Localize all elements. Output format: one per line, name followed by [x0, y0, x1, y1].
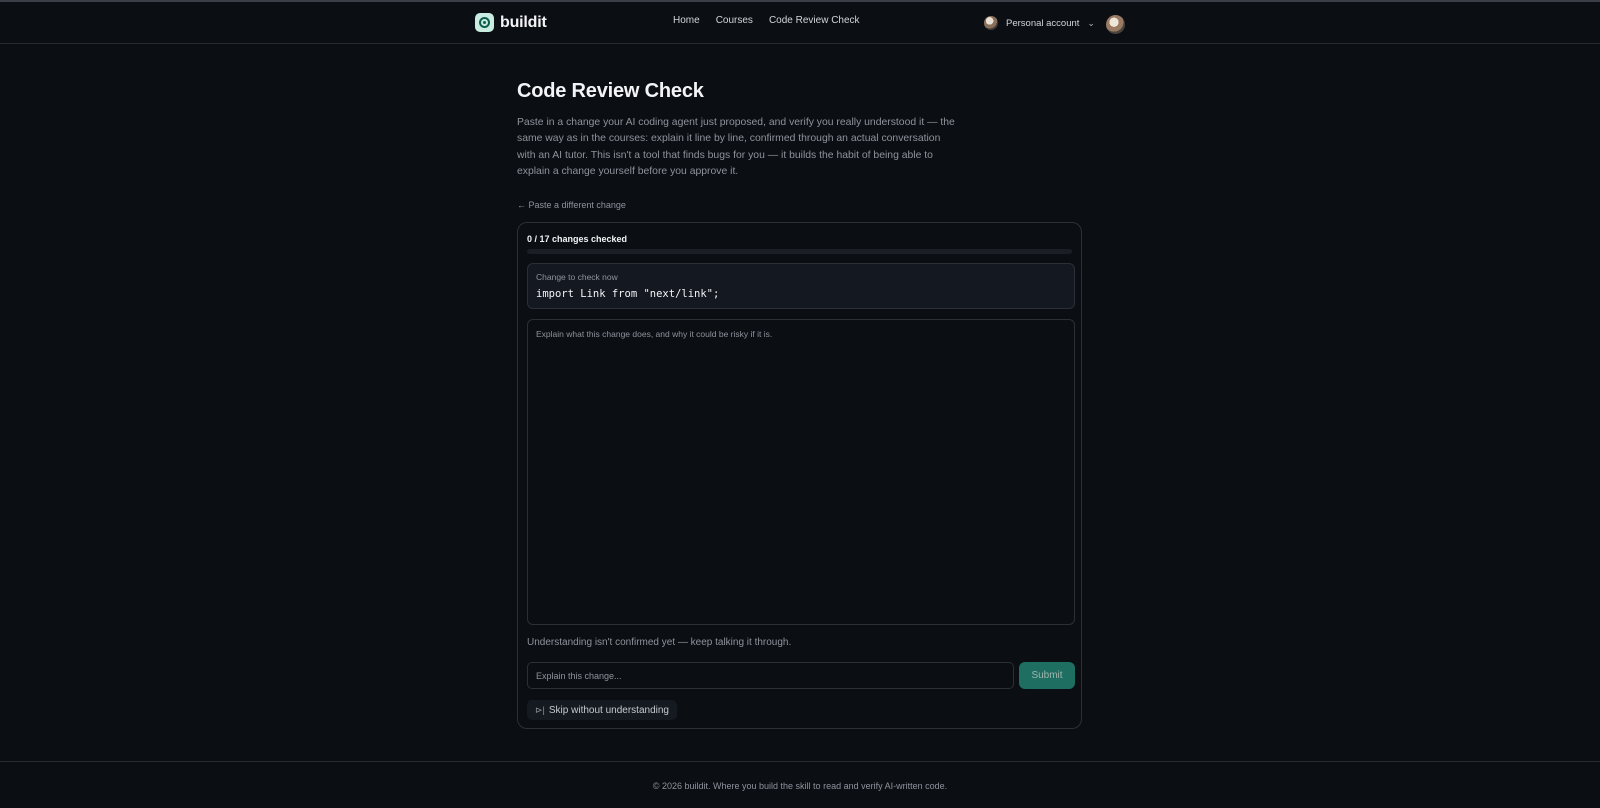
change-code: import Link from "next/link"; — [536, 288, 720, 300]
brand[interactable]: buildit — [475, 13, 547, 32]
progress-label: 0 / 17 changes checked — [527, 234, 628, 244]
brand-name: buildit — [500, 13, 547, 31]
nav-code-review-check[interactable]: Code Review Check — [769, 15, 860, 26]
skip-label: Skip without understanding — [548, 704, 669, 716]
user-avatar[interactable] — [1106, 15, 1125, 34]
site-header: buildit Home Courses Code Review Check P… — [0, 2, 1600, 44]
skip-button[interactable]: ⊳| Skip without understanding — [527, 700, 677, 720]
nav-courses[interactable]: Courses — [716, 15, 753, 26]
submit-button[interactable]: Submit — [1019, 662, 1075, 689]
chevron-down-icon: ⌄ — [1087, 17, 1095, 28]
explanation-input[interactable] — [527, 662, 1014, 689]
page-title: Code Review Check — [517, 80, 704, 102]
footer-text: © 2026 buildit. Where you build the skil… — [652, 781, 948, 791]
progress-bar — [527, 249, 1072, 254]
page-intro: Paste in a change your AI coding agent j… — [517, 117, 955, 178]
current-change-box: Change to check now import Link from "ne… — [527, 263, 1075, 309]
main-content: Code Review Check Paste in a change your… — [517, 80, 1082, 213]
account-label: Personal account — [1006, 17, 1080, 29]
buildit-logo-icon — [475, 13, 494, 32]
change-caption: Change to check now — [536, 272, 618, 282]
main-nav: Home Courses Code Review Check — [673, 15, 860, 26]
understanding-status: Understanding isn't confirmed yet — keep… — [527, 637, 792, 648]
nav-home[interactable]: Home — [673, 15, 700, 26]
tutor-prompt: Explain what this change does, and why i… — [536, 329, 773, 339]
account-switcher[interactable]: Personal account ⌄ — [984, 16, 1095, 30]
paste-different-change-link[interactable]: ← Paste a different change — [517, 200, 626, 210]
review-card: 0 / 17 changes checked Change to check n… — [517, 222, 1082, 729]
site-footer: © 2026 buildit. Where you build the skil… — [0, 761, 1600, 808]
tutor-chat-panel[interactable]: Explain what this change does, and why i… — [527, 319, 1075, 625]
account-avatar — [984, 16, 998, 30]
skip-forward-icon: ⊳| — [535, 704, 545, 715]
